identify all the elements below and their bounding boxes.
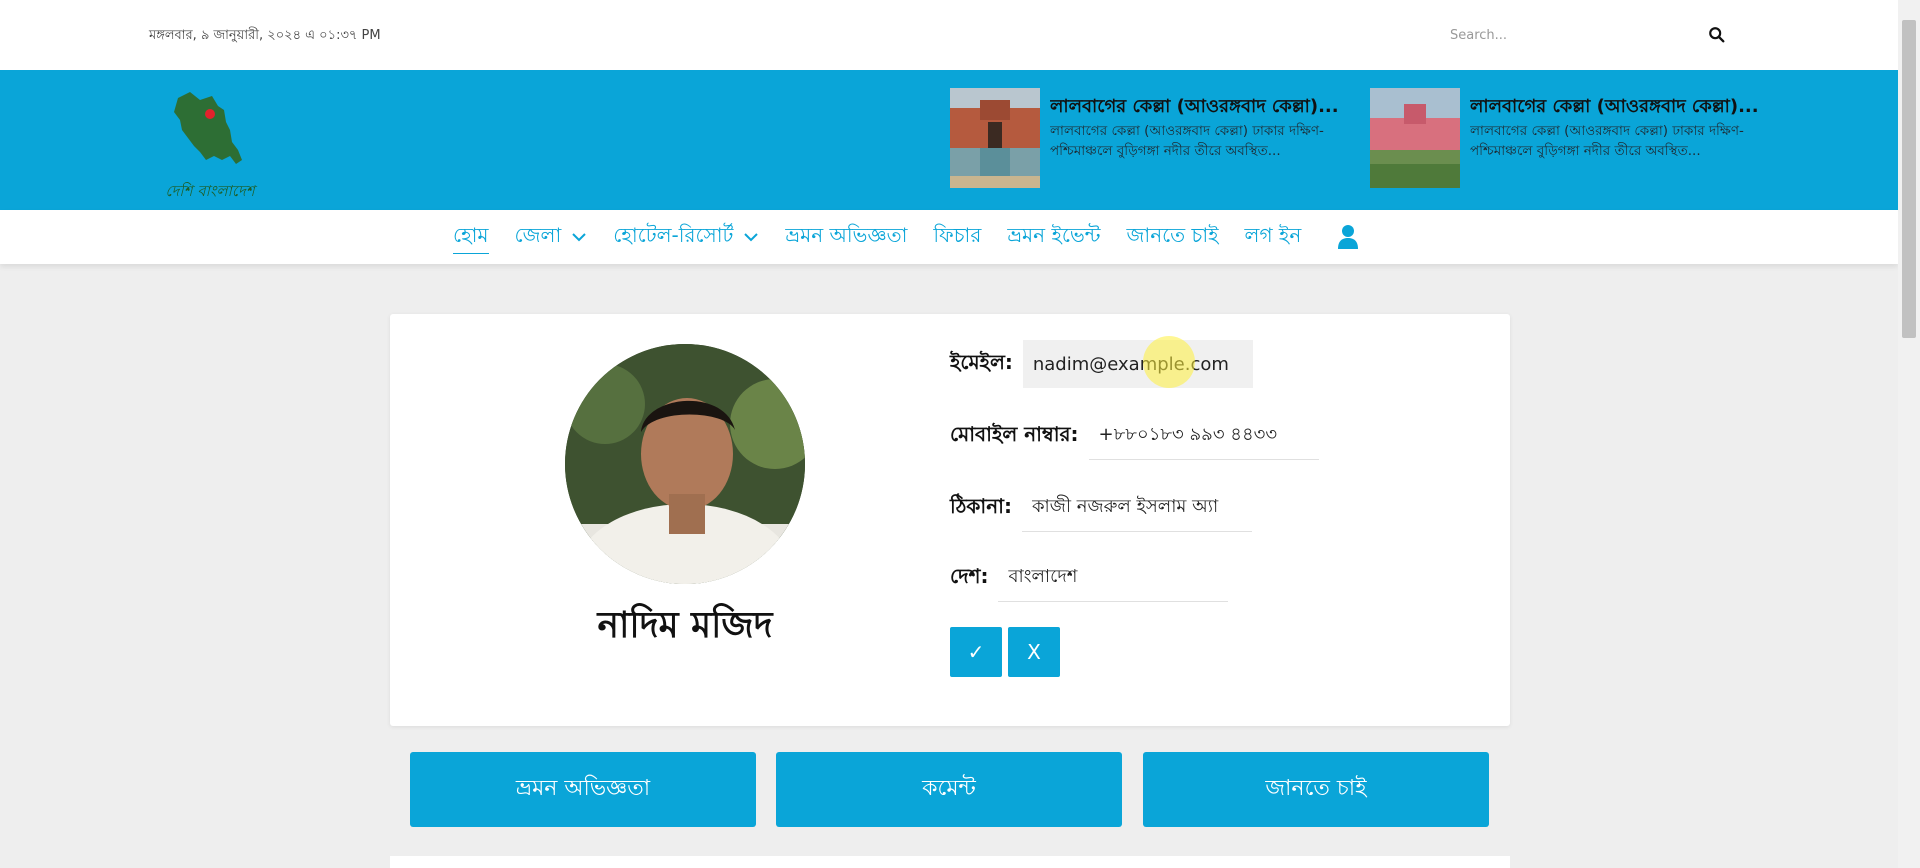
comment-button[interactable]: কমেন্ট [776, 752, 1122, 827]
address-field[interactable] [1021, 484, 1252, 532]
nav-menu: হোম জেলা হোটেল-রিসোর্ট ভ্রমন অভিজ্ঞতা ফি… [453, 210, 1359, 264]
profile-card: নাদিম মজিদ ইমেইল: মোবাইল নাম্বার: ঠিকানা… [390, 314, 1510, 726]
news-thumbnail [950, 88, 1040, 188]
nav-item-feature[interactable]: ফিচার [933, 210, 981, 264]
country-row: দেশ: [950, 554, 1229, 602]
mobile-row: মোবাইল নাম্বার: [950, 412, 1319, 460]
main-nav: হোম জেলা হোটেল-রিসোর্ট ভ্রমন অভিজ্ঞতা ফি… [0, 210, 1898, 264]
nav-item-district[interactable]: জেলা [515, 210, 588, 264]
search-box [1440, 18, 1740, 52]
search-icon[interactable] [1708, 26, 1726, 44]
profile-name: নাদিম মজিদ [597, 605, 773, 646]
nav-item-hotel[interactable]: হোটেল-রিসোর্ট [613, 210, 759, 264]
email-row: ইমেইল: [950, 340, 1253, 388]
avatar [565, 344, 805, 584]
scrollbar[interactable] [1898, 0, 1920, 868]
logo-text: দেশি বাংলাদেশ [165, 182, 255, 200]
nav-item-home[interactable]: হোম [453, 210, 489, 264]
nav-item-events[interactable]: ভ্রমন ইভেন্ট [1007, 210, 1100, 264]
country-field[interactable] [998, 554, 1229, 602]
confirm-button[interactable]: ✓ [950, 627, 1002, 677]
email-label: ইমেইল: [950, 349, 1013, 374]
current-date: মঙ্গলবার, ৯ জানুয়ারী, ২০২৪ এ ০১:৩৭ PM [149, 28, 381, 43]
nav-item-label: জেলা [514, 222, 562, 247]
top-bar: মঙ্গলবার, ৯ জানুয়ারী, ২০২৪ এ ০১:৩৭ PM [0, 0, 1898, 70]
chevron-down-icon [572, 233, 586, 242]
next-section-card [390, 856, 1510, 868]
news-card[interactable]: লালবাগের কেল্লা (আওরঙ্গবাদ কেল্লা)... লা… [1370, 88, 1790, 190]
country-label: দেশ: [950, 563, 989, 588]
cancel-button[interactable]: X [1008, 627, 1060, 677]
email-field[interactable] [1022, 340, 1253, 388]
ask-button[interactable]: জানতে চাই [1143, 752, 1489, 827]
nav-item-label: হোটেল-রিসোর্ট [613, 222, 734, 247]
travel-experience-button[interactable]: ভ্রমন অভিজ্ঞতা [410, 752, 756, 827]
news-description: লালবাগের কেল্লা (আওরঙ্গবাদ কেল্লা) ঢাকার… [1470, 123, 1744, 159]
mobile-field[interactable] [1088, 412, 1319, 460]
chevron-down-icon [744, 233, 759, 242]
news-title: লালবাগের কেল্লা (আওরঙ্গবাদ কেল্লা)... [1050, 96, 1339, 117]
nav-item-login[interactable]: লগ ইন [1245, 210, 1302, 264]
mobile-label: মোবাইল নাম্বার: [950, 421, 1079, 446]
news-title: লালবাগের কেল্লা (আওরঙ্গবাদ কেল্লা)... [1470, 96, 1759, 117]
scrollbar-thumb[interactable] [1902, 20, 1916, 338]
header-banner: দেশি বাংলাদেশ লালবাগের কেল্লা (আওরঙ্গবাদ… [0, 70, 1898, 210]
site-logo[interactable]: দেশি বাংলাদেশ [160, 80, 270, 202]
address-row: ঠিকানা: [950, 484, 1252, 532]
bangladesh-map-icon [174, 92, 242, 164]
news-thumbnail [1370, 88, 1460, 188]
news-card[interactable]: লালবাগের কেল্লা (আওরঙ্গবাদ কেল্লা)... লা… [950, 88, 1370, 190]
nav-item-travel[interactable]: ভ্রমন অভিজ্ঞতা [785, 210, 907, 264]
news-description: লালবাগের কেল্লা (আওরঙ্গবাদ কেল্লা) ঢাকার… [1050, 123, 1324, 159]
nav-item-ask[interactable]: জানতে চাই [1127, 210, 1219, 264]
address-label: ঠিকানা: [950, 493, 1012, 518]
search-input[interactable] [1440, 18, 1740, 52]
user-icon[interactable] [1337, 224, 1359, 250]
